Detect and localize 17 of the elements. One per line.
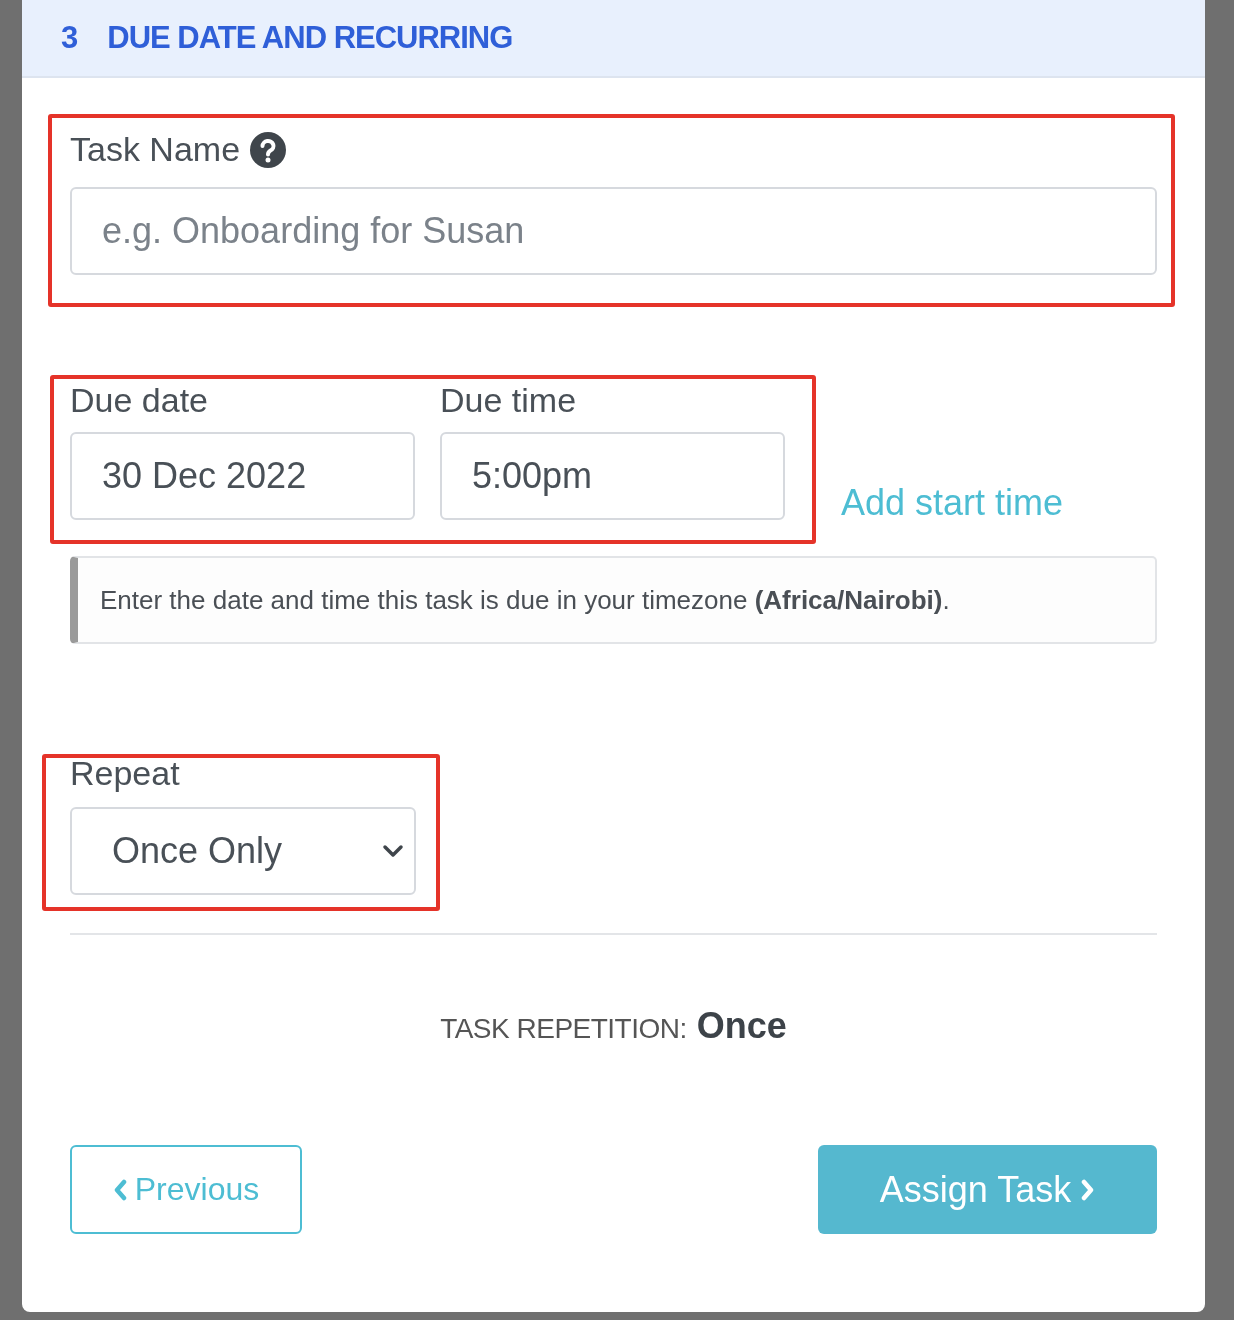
step-number: 3 [61,20,78,56]
due-date-field[interactable]: 30 Dec 2022 [70,432,415,520]
step-title: DUE DATE AND RECURRING [107,20,513,56]
chevron-down-icon [382,844,404,858]
repetition-value: Once [696,1005,787,1047]
chevron-left-icon [112,1178,127,1201]
due-time-field[interactable]: 5:00pm [440,432,785,520]
repetition-label: TASK REPETITION: [440,1013,687,1045]
chevron-right-icon [1081,1178,1096,1201]
timezone-note: Enter the date and time this task is due in your timezone (Africa/Nairobi). [70,556,1157,644]
repeat-label: Repeat [70,754,180,793]
due-time-label: Due time [440,381,578,420]
due-date-label: Due date [70,381,209,420]
task-name-label: Task Name [70,130,241,169]
repeat-select[interactable]: Once Only [70,807,416,895]
task-name-field[interactable]: e.g. Onboarding for Susan [70,187,1157,275]
help-icon[interactable] [250,131,287,168]
